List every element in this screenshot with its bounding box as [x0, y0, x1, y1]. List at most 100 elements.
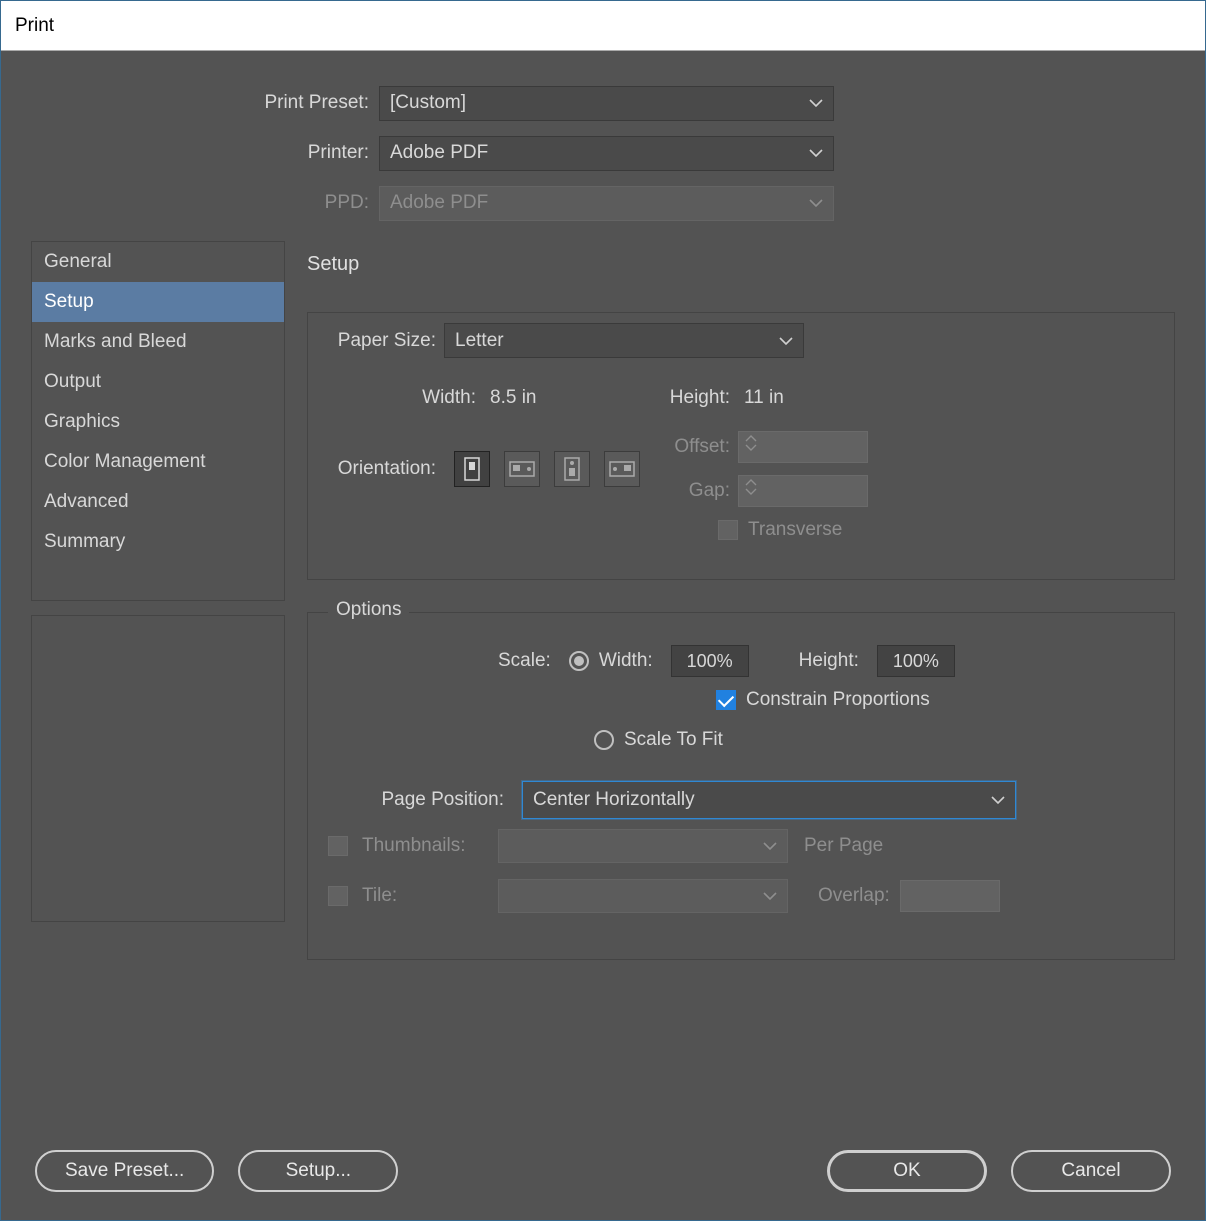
chevron-down-icon	[763, 841, 777, 851]
orientation-buttons	[454, 451, 640, 487]
sidebar-item-advanced[interactable]: Advanced	[32, 482, 284, 522]
button-label: Cancel	[1061, 1160, 1120, 1182]
constrain-proportions-checkbox[interactable]	[716, 690, 736, 710]
orientation-landscape-right-button[interactable]	[604, 451, 640, 487]
sidebar-item-color-management[interactable]: Color Management	[32, 442, 284, 482]
page-position-dropdown[interactable]: Center Horizontally	[522, 781, 1016, 819]
paper-height-label: Height:	[658, 387, 738, 409]
scale-label: Scale:	[498, 650, 559, 672]
scale-to-fit-radio[interactable]	[594, 730, 614, 750]
chevron-down-icon	[779, 336, 793, 346]
stepper-arrows-icon	[745, 478, 757, 496]
overlap-label: Overlap:	[798, 885, 890, 907]
scale-width-label: Width:	[599, 650, 661, 672]
category-sidebar: General Setup Marks and Bleed Output Gra…	[31, 241, 285, 601]
chevron-down-icon	[809, 98, 823, 108]
ppd-label: PPD:	[1, 192, 379, 214]
options-group-label: Options	[328, 599, 409, 621]
sidebar-item-label: Color Management	[44, 451, 206, 473]
gap-label: Gap:	[658, 480, 738, 502]
sidebar-item-label: General	[44, 251, 112, 273]
scale-width-input[interactable]: 100%	[671, 645, 749, 677]
thumbnails-label: Thumbnails:	[358, 835, 488, 857]
thumbnails-dropdown	[498, 829, 788, 863]
gap-stepper	[738, 475, 868, 507]
scale-width-height-radio[interactable]	[569, 651, 589, 671]
top-form: Print Preset: [Custom] Printer: Adobe PD…	[1, 78, 1205, 228]
offset-label: Offset:	[658, 436, 738, 458]
sidebar-item-summary[interactable]: Summary	[32, 522, 284, 562]
page-position-label: Page Position:	[360, 789, 512, 811]
portrait-up-icon	[462, 457, 482, 481]
tile-label: Tile:	[358, 885, 488, 907]
paper-width-value: 8.5 in	[484, 387, 536, 409]
print-preset-label: Print Preset:	[1, 92, 379, 114]
constrain-proportions-label: Constrain Proportions	[746, 689, 930, 711]
button-label: Save Preset...	[65, 1160, 184, 1182]
transverse-checkbox	[718, 520, 738, 540]
printer-label: Printer:	[1, 142, 379, 164]
paper-width-label: Width:	[308, 387, 484, 409]
page-position-value: Center Horizontally	[533, 789, 695, 811]
orientation-label: Orientation:	[308, 458, 444, 480]
orientation-landscape-left-button[interactable]	[504, 451, 540, 487]
paper-size-label: Paper Size:	[308, 330, 444, 352]
portrait-down-icon	[562, 457, 582, 481]
save-preset-button[interactable]: Save Preset...	[35, 1150, 214, 1192]
sidebar-item-label: Marks and Bleed	[44, 331, 187, 353]
print-preset-value: [Custom]	[390, 92, 466, 114]
cancel-button[interactable]: Cancel	[1011, 1150, 1171, 1192]
print-dialog: Print Print Preset: [Custom] Printer: Ad…	[0, 0, 1206, 1221]
ok-button[interactable]: OK	[827, 1150, 987, 1192]
stepper-arrows-icon	[745, 434, 757, 452]
button-label: Setup...	[286, 1160, 352, 1182]
scale-height-input[interactable]: 100%	[877, 645, 955, 677]
paper-size-dropdown[interactable]: Letter	[444, 323, 804, 358]
sidebar-item-general[interactable]: General	[32, 242, 284, 282]
sidebar-item-graphics[interactable]: Graphics	[32, 402, 284, 442]
per-page-label: Per Page	[798, 835, 883, 857]
thumbnails-checkbox	[328, 836, 348, 856]
paper-size-value: Letter	[455, 330, 504, 352]
scale-width-value: 100%	[687, 651, 733, 672]
paper-height-value: 11 in	[738, 387, 784, 409]
printer-value: Adobe PDF	[390, 142, 488, 164]
chevron-down-icon	[809, 148, 823, 158]
offset-stepper	[738, 431, 868, 463]
landscape-right-icon	[609, 459, 635, 479]
button-label: OK	[893, 1160, 920, 1182]
sidebar-item-label: Output	[44, 371, 101, 393]
sidebar-item-label: Advanced	[44, 491, 129, 513]
ppd-dropdown: Adobe PDF	[379, 186, 834, 221]
titlebar: Print	[1, 1, 1205, 51]
scale-to-fit-label: Scale To Fit	[624, 729, 723, 751]
ppd-value: Adobe PDF	[390, 192, 488, 214]
overlap-input	[900, 880, 1000, 912]
sidebar-item-setup[interactable]: Setup	[32, 282, 284, 322]
sidebar-item-label: Summary	[44, 531, 125, 553]
panel-title: Setup	[307, 253, 359, 276]
setup-group: Paper Size: Letter Width: 8.5 in Height:…	[307, 312, 1175, 580]
transverse-label: Transverse	[748, 519, 842, 541]
print-preset-dropdown[interactable]: [Custom]	[379, 86, 834, 121]
window-title: Print	[15, 15, 54, 37]
dialog-footer: Save Preset... Setup... OK Cancel	[1, 1150, 1205, 1192]
orientation-portrait-up-button[interactable]	[454, 451, 490, 487]
orientation-portrait-down-button[interactable]	[554, 451, 590, 487]
chevron-down-icon	[763, 891, 777, 901]
options-group: Options Scale: Width: 100% Height: 100% …	[307, 612, 1175, 960]
sidebar-item-label: Graphics	[44, 411, 120, 433]
sidebar-item-marks-and-bleed[interactable]: Marks and Bleed	[32, 322, 284, 362]
preview-pane	[31, 615, 285, 922]
chevron-down-icon	[809, 198, 823, 208]
sidebar-item-output[interactable]: Output	[32, 362, 284, 402]
printer-dropdown[interactable]: Adobe PDF	[379, 136, 834, 171]
tile-dropdown	[498, 879, 788, 913]
tile-checkbox	[328, 886, 348, 906]
scale-height-value: 100%	[893, 651, 939, 672]
sidebar-item-label: Setup	[44, 291, 94, 313]
landscape-left-icon	[509, 459, 535, 479]
setup-button[interactable]: Setup...	[238, 1150, 398, 1192]
chevron-down-icon	[991, 795, 1005, 805]
scale-height-label: Height:	[799, 650, 867, 672]
